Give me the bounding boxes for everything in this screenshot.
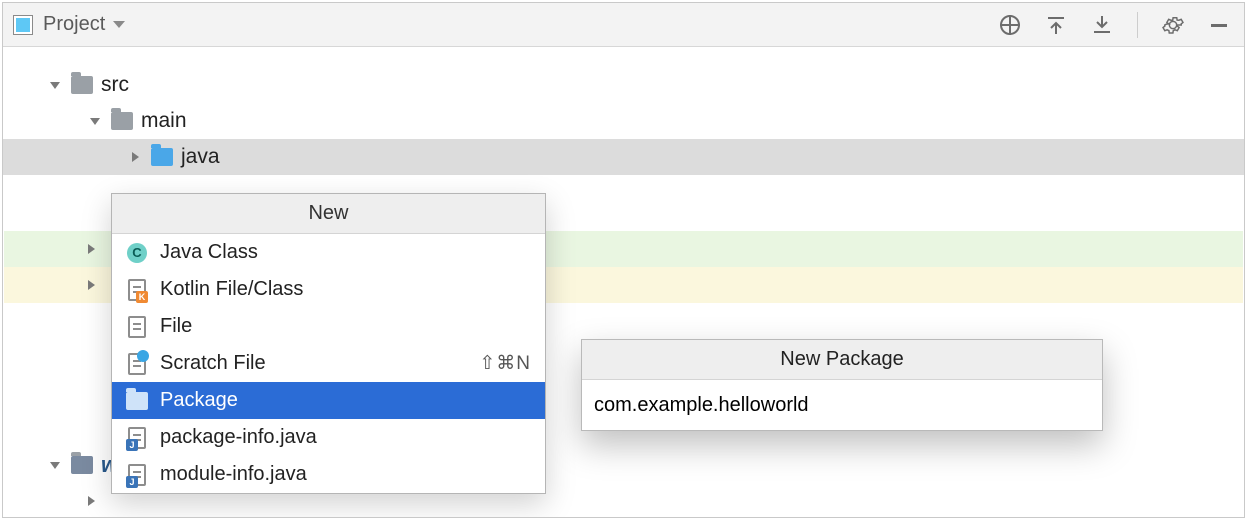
java-file-icon: J xyxy=(126,427,148,449)
menu-item-module-info[interactable]: J module-info.java xyxy=(112,456,545,493)
chevron-down-icon[interactable] xyxy=(47,457,63,473)
menu-item-package[interactable]: Package xyxy=(112,382,545,419)
file-icon xyxy=(126,316,148,338)
menu-item-package-info[interactable]: J package-info.java xyxy=(112,419,545,456)
menu-item-label: Kotlin File/Class xyxy=(160,278,531,301)
kotlin-file-icon: K xyxy=(126,279,148,301)
menu-item-kotlin-file[interactable]: K Kotlin File/Class xyxy=(112,271,545,308)
expand-all-icon[interactable] xyxy=(1041,10,1071,40)
tree-node-hidden[interactable] xyxy=(83,483,99,518)
menu-item-shortcut: ⇧⌘N xyxy=(479,352,531,375)
java-file-icon: J xyxy=(126,464,148,486)
chevron-down-icon[interactable] xyxy=(47,77,63,93)
menu-title: New xyxy=(112,194,545,234)
project-tool-window: Project xyxy=(2,2,1245,518)
project-toolbar: Project xyxy=(3,3,1244,47)
folder-icon xyxy=(71,76,93,94)
chevron-down-icon xyxy=(113,21,125,28)
collapse-all-icon[interactable] xyxy=(1087,10,1117,40)
chevron-right-icon[interactable] xyxy=(127,149,143,165)
popup-title: New Package xyxy=(582,340,1102,380)
tree-label: main xyxy=(141,109,187,133)
locate-icon[interactable] xyxy=(995,10,1025,40)
project-view-icon xyxy=(13,15,33,35)
project-tree: src main java xyxy=(3,47,1244,175)
menu-item-java-class[interactable]: C Java Class xyxy=(112,234,545,271)
chevron-right-icon[interactable] xyxy=(83,241,99,257)
menu-item-label: package-info.java xyxy=(160,426,531,449)
view-mode-label: Project xyxy=(43,13,105,36)
tree-node-hidden[interactable] xyxy=(83,231,99,267)
folder-icon xyxy=(71,456,93,474)
source-folder-icon xyxy=(151,148,173,166)
view-mode-dropdown[interactable]: Project xyxy=(43,13,125,36)
tree-node-src[interactable]: src xyxy=(3,67,1244,103)
new-context-menu: New C Java Class K Kotlin File/Class Fil… xyxy=(111,193,546,494)
folder-icon xyxy=(111,112,133,130)
package-folder-icon xyxy=(126,390,148,412)
menu-item-label: Package xyxy=(160,389,531,412)
java-class-icon: C xyxy=(126,242,148,264)
menu-item-label: File xyxy=(160,315,531,338)
tree-label: src xyxy=(101,73,129,97)
tree-node-w[interactable]: w xyxy=(47,447,118,483)
tree-node-java[interactable]: java xyxy=(3,139,1244,175)
menu-item-label: module-info.java xyxy=(160,463,531,486)
menu-item-label: Scratch File xyxy=(160,352,467,375)
menu-item-file[interactable]: File xyxy=(112,308,545,345)
new-package-popup: New Package xyxy=(581,339,1103,431)
gear-icon[interactable] xyxy=(1158,10,1188,40)
hide-icon[interactable] xyxy=(1204,10,1234,40)
chevron-right-icon[interactable] xyxy=(83,277,99,293)
menu-item-scratch-file[interactable]: Scratch File ⇧⌘N xyxy=(112,345,545,382)
scratch-file-icon xyxy=(126,353,148,375)
toolbar-divider xyxy=(1137,12,1138,38)
chevron-right-icon[interactable] xyxy=(83,493,99,509)
tree-node-main[interactable]: main xyxy=(3,103,1244,139)
package-name-input[interactable] xyxy=(582,380,1102,430)
menu-item-label: Java Class xyxy=(160,241,531,264)
chevron-down-icon[interactable] xyxy=(87,113,103,129)
tree-label: java xyxy=(181,145,220,169)
